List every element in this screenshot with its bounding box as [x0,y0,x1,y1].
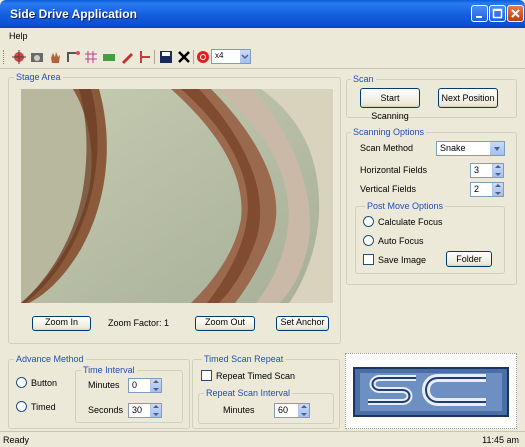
folder-label: Folder [456,254,482,264]
auto-focus-radio[interactable] [363,235,374,246]
vertical-fields-stepper[interactable]: 2 [470,182,504,197]
toolbar-separator [193,50,194,64]
auto-focus-label: Auto Focus [378,236,424,246]
stepper-arrows-icon[interactable] [492,183,503,196]
advance-button-radio[interactable] [16,377,27,388]
minutes-label: Minutes [88,380,120,390]
stage-icon[interactable] [102,50,116,64]
scanning-options-label: Scanning Options [351,127,427,137]
start-scanning-button[interactable]: Start Scanning [360,88,420,121]
stage-area-label: Stage Area [14,72,63,82]
horizontal-fields-label: Horizontal Fields [360,165,428,175]
advance-timed-label: Timed [31,402,56,412]
calculate-focus-radio[interactable] [363,216,374,227]
toolbar: x4 [0,45,525,69]
zoom-select-value: x4 [215,51,224,60]
horizontal-fields-value: 3 [474,165,480,175]
start-scanning-label: Start Scanning [371,93,409,121]
stepper-arrows-icon[interactable] [150,379,161,392]
post-move-options-label: Post Move Options [365,201,446,211]
maximize-icon [492,8,503,19]
toolbar-grip[interactable] [3,50,6,64]
advance-method-label: Advance Method [14,354,86,364]
zoom-out-label: Zoom Out [204,317,245,327]
menu-bar: Help [0,28,525,45]
status-bar: Ready 11:45 am [0,431,525,447]
minimize-button[interactable] [471,5,488,22]
close-icon [511,9,520,18]
minimize-icon [476,16,482,18]
zoom-factor-text: Zoom Factor: 1 [108,318,170,328]
set-anchor-button[interactable]: Set Anchor [276,316,329,331]
ruler-icon[interactable] [138,50,152,64]
folder-button[interactable]: Folder [446,251,492,267]
camera-icon[interactable] [30,50,44,64]
minutes-stepper[interactable]: 0 [128,378,162,393]
scan-label: Scan [351,74,376,84]
status-time: 11:45 am [482,435,519,445]
seconds-stepper[interactable]: 30 [128,403,162,418]
save-icon[interactable] [159,50,173,64]
repeat-minutes-value: 60 [278,405,289,415]
grid-icon[interactable] [84,50,98,64]
repeat-minutes-label: Minutes [223,405,255,415]
calculate-focus-label: Calculate Focus [378,217,443,227]
repeat-timed-scan-label: Repeat Timed Scan [216,371,296,381]
zoom-in-label: Zoom In [44,317,78,327]
set-anchor-label: Set Anchor [280,317,325,327]
scan-method-label: Scan Method [360,143,414,153]
status-text: Ready [3,435,30,445]
close-button[interactable] [507,5,524,22]
advance-timed-radio[interactable] [16,401,27,412]
chevron-down-icon[interactable] [490,142,504,155]
zoom-select[interactable]: x4 [211,49,251,64]
seconds-label: Seconds [88,405,124,415]
minutes-value: 0 [132,380,138,390]
seconds-value: 30 [132,405,143,415]
stepper-arrows-icon[interactable] [298,404,309,417]
time-interval-label: Time Interval [81,365,137,375]
zoom-out-button[interactable]: Zoom Out [195,316,255,331]
repeat-minutes-stepper[interactable]: 60 [274,403,310,418]
delete-icon[interactable] [177,50,191,64]
hand-icon[interactable] [48,50,62,64]
vertical-fields-label: Vertical Fields [360,184,417,194]
save-image-checkbox[interactable] [363,254,374,265]
microscope-image [21,89,333,303]
measure-icon[interactable] [66,50,80,64]
scan-method-select[interactable]: Snake [436,141,505,156]
pen-icon[interactable] [120,50,134,64]
menu-help[interactable]: Help [9,31,28,41]
toolbar-separator [154,50,155,64]
next-position-label: Next Position [441,93,495,103]
next-position-button[interactable]: Next Position [438,88,498,108]
zoom-in-button[interactable]: Zoom In [32,316,91,331]
stepper-arrows-icon[interactable] [150,404,161,417]
advance-button-label: Button [31,378,58,388]
repeat-timed-scan-checkbox[interactable] [201,370,212,381]
logo-panel [345,353,517,429]
repeat-scan-interval-label: Repeat Scan Interval [204,388,293,398]
scan-method-value: Snake [440,143,466,153]
chevron-down-icon[interactable] [240,50,250,63]
window-title: Side Drive Application [10,7,137,21]
title-bar[interactable]: Side Drive Application [0,0,525,28]
maximize-button[interactable] [489,5,506,22]
save-image-label: Save Image [378,255,427,265]
sd-logo [353,367,509,417]
horizontal-fields-stepper[interactable]: 3 [470,163,504,178]
stop-icon[interactable] [196,50,210,64]
timed-scan-repeat-label: Timed Scan Repeat [202,354,286,364]
vertical-fields-value: 2 [474,184,480,194]
stepper-arrows-icon[interactable] [492,164,503,177]
crosshair-icon[interactable] [12,50,26,64]
stage-image[interactable] [21,89,333,303]
